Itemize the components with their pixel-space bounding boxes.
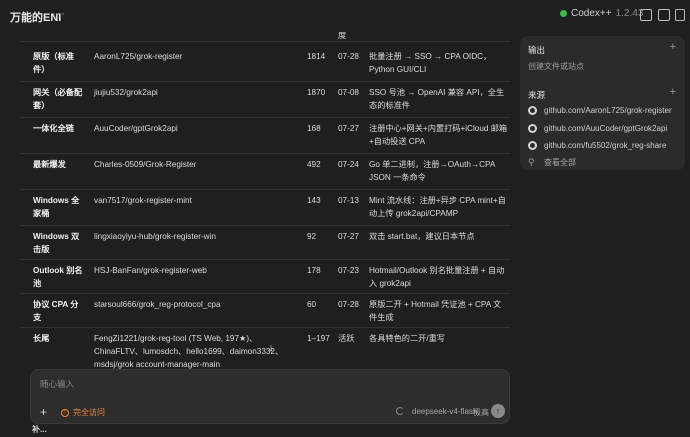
row-date: 07-08 <box>338 88 359 97</box>
row-repo[interactable]: AuuCoder/gptGrok2api <box>94 122 294 135</box>
sidebar-toggle-icon[interactable] <box>658 9 670 21</box>
panel-icon[interactable] <box>675 9 685 21</box>
row-date: 活跃 <box>338 334 355 343</box>
row-note: Go 单二进制，注册→OAuth→CPA JSON 一条命令 <box>369 160 495 182</box>
row-repo[interactable]: AaronL725/grok-register <box>94 50 294 63</box>
source-item[interactable]: github.com/fu5502/grok_reg-share <box>528 141 666 150</box>
row-date: 07-24 <box>338 160 359 169</box>
send-button[interactable]: ↑ <box>491 404 505 418</box>
comparison-table: 度 原版（标准件） AaronL725/grok-register 1814 0… <box>20 32 520 372</box>
codex-name: Codex++ <box>571 8 612 19</box>
row-stars: 92 <box>307 232 317 241</box>
row-date: 07-28 <box>338 300 359 309</box>
top-bar: 万能的ENI ··· Codex++ 1.2.43 <box>0 0 690 32</box>
row-repo[interactable]: jiujiu532/grok2api <box>94 86 294 99</box>
source-item[interactable]: github.com/AuuCoder/gptGrok2api <box>528 124 667 133</box>
table-row: 一体化全链 AuuCoder/gptGrok2api 168 07-27 注册中… <box>20 118 510 154</box>
row-note: 原版二开 + Hotmail 凭证池 + CPA 文件生成 <box>369 300 502 322</box>
row-date: 07-13 <box>338 196 359 205</box>
row-date: 07-27 <box>338 124 359 133</box>
row-repo[interactable]: lingxiaoyiyu-hub/grok-register-win <box>94 230 294 243</box>
status-dot-icon <box>560 10 567 17</box>
more-icon[interactable]: ··· <box>52 8 66 20</box>
row-repo[interactable]: van7517/grok-register-mint <box>94 194 294 207</box>
row-name: 最新爆发 <box>33 160 66 169</box>
row-stars: 60 <box>307 300 317 309</box>
sources-title: 来源 <box>528 90 546 100</box>
row-repo[interactable]: starsoul666/grok_reg-protocol_cpa <box>94 298 294 311</box>
row-name: Outlook 别名池 <box>33 266 83 288</box>
table-row: 网关（必备配套） jiujiu532/grok2api 1870 07-08 S… <box>20 82 510 118</box>
source-item[interactable]: github.com/AaronL725/grok-register <box>528 106 672 115</box>
row-note: 注册中心+网关+内置打码+iCloud 邮箱+自动投送 CPA <box>369 124 508 146</box>
github-icon <box>528 141 537 150</box>
link-icon: ⚲ <box>528 157 535 167</box>
row-stars: 1870 <box>307 88 326 97</box>
view-all-label: 查看全部 <box>544 158 576 167</box>
message-input[interactable] <box>40 379 440 389</box>
row-stars: 492 <box>307 160 321 169</box>
source-link: github.com/AuuCoder/gptGrok2api <box>544 124 668 133</box>
output-empty-text[interactable]: 创建文件或站点 <box>528 61 584 72</box>
table-row: Windows 全家桶 van7517/grok-register-mint 1… <box>20 190 510 226</box>
composer: + ! 完全访问 deepseek-v4-flash 极高 ↑ <box>30 369 510 424</box>
scroll-down-icon[interactable]: ↓ <box>263 340 279 356</box>
side-panel: 输出 + 创建文件或站点 来源 + github.com/AaronL725/g… <box>520 36 685 170</box>
table-row: 原版（标准件） AaronL725/grok-register 1814 07-… <box>20 46 510 82</box>
row-note: 批量注册 → SSO → CPA OIDC，Python GUI/CLI <box>369 52 492 74</box>
row-note: Hotmail/Outlook 别名批量注册 + 自动入 grok2api <box>369 266 505 288</box>
access-mode-label: 完全访问 <box>73 408 105 417</box>
model-selector[interactable]: deepseek-v4-flash <box>412 407 477 416</box>
add-attachment-button[interactable]: + <box>40 405 47 419</box>
codex-status[interactable]: Codex++ 1.2.43 <box>560 8 643 19</box>
warning-icon: ! <box>61 408 69 417</box>
row-name: 长尾 <box>33 334 50 343</box>
row-note: Mint 流水线：注册+异步 CPA mint+自动上传 grok2api/CP… <box>369 196 506 218</box>
row-repo[interactable]: HSJ-BanFan/grok-register-web <box>94 264 294 277</box>
github-icon <box>528 124 537 133</box>
table-row: 协议 CPA 分支 starsoul666/grok_reg-protocol_… <box>20 294 510 328</box>
row-date: 07-27 <box>338 232 359 241</box>
source-link: github.com/AaronL725/grok-register <box>544 106 672 115</box>
row-date: 07-28 <box>338 52 359 61</box>
row-name: Windows 双击版 <box>33 232 80 254</box>
row-name: Windows 全家桶 <box>33 196 80 218</box>
add-source-icon[interactable]: + <box>670 86 676 98</box>
row-name: 原版（标准件） <box>33 52 74 74</box>
row-stars: 168 <box>307 124 321 133</box>
row-repo[interactable]: Charles-0509/Grok-Register <box>94 158 294 171</box>
table-row: Windows 双击版 lingxiaoyiyu-hub/grok-regist… <box>20 226 510 260</box>
table-header: 度 <box>20 32 510 42</box>
add-output-icon[interactable]: + <box>670 41 676 53</box>
effort-selector[interactable]: 极高 <box>473 407 489 418</box>
access-mode-button[interactable]: ! 完全访问 <box>61 407 105 418</box>
output-title: 输出 <box>528 45 546 55</box>
github-icon <box>528 106 537 115</box>
row-name: 网关（必备配套） <box>33 88 83 110</box>
row-stars: 178 <box>307 266 321 275</box>
source-link: github.com/fu5502/grok_reg-share <box>544 141 667 150</box>
row-note: 各具特色的二开/重写 <box>369 334 445 343</box>
layout-icon[interactable] <box>640 9 652 21</box>
row-stars: 1814 <box>307 52 326 61</box>
loading-icon <box>396 407 404 415</box>
row-stars: 143 <box>307 196 321 205</box>
row-date: 07-23 <box>338 266 359 275</box>
row-name: 一体化全链 <box>33 124 74 133</box>
table-row: Outlook 别名池 HSJ-BanFan/grok-register-web… <box>20 260 510 294</box>
cutoff-text: 补... <box>32 425 47 434</box>
row-stars: 1–197 <box>307 334 330 343</box>
row-note: 双击 start.bat，建议日本节点 <box>369 232 475 241</box>
view-all-sources[interactable]: ⚲ 查看全部 <box>528 157 576 168</box>
row-note: SSO 号池 → OpenAI 兼容 API，全生态的标准件 <box>369 88 505 110</box>
table-row: 最新爆发 Charles-0509/Grok-Register 492 07-2… <box>20 154 510 190</box>
row-name: 协议 CPA 分支 <box>33 300 79 322</box>
header-date: 度 <box>338 32 347 40</box>
